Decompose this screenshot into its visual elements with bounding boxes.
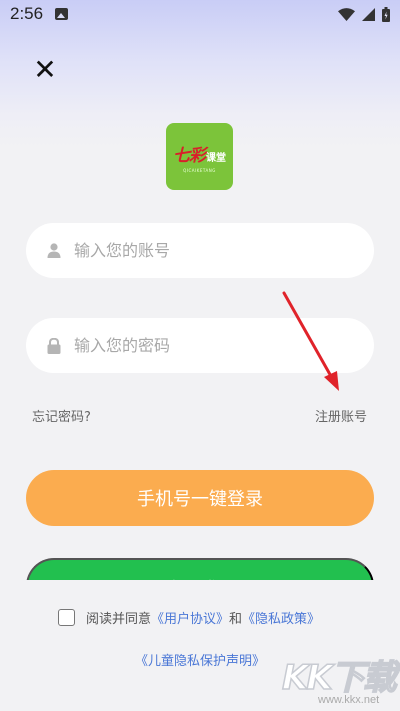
privacy-policy-link[interactable]: 《隐私政策》 [242, 608, 320, 627]
account-login-button[interactable]: 账号登录 [26, 558, 374, 580]
logo-mark: 七彩 [173, 145, 206, 166]
lock-icon [46, 337, 62, 354]
register-link[interactable]: 注册账号 [315, 406, 367, 425]
status-time: 2:56 [10, 4, 44, 23]
logo-subtext: QICAIKETANG [183, 167, 216, 173]
watermark-logo: KK下载 [281, 650, 397, 699]
user-agreement-link[interactable]: 《用户协议》 [151, 608, 229, 627]
account-input[interactable] [74, 241, 344, 260]
agree-checkbox[interactable] [58, 609, 75, 626]
forgot-password-link[interactable]: 忘记密码? [32, 406, 91, 425]
watermark-brand: KK下载 [281, 657, 397, 699]
signal-icon [362, 7, 375, 21]
app-logo: 七彩 课堂 QICAIKETANG [166, 123, 233, 190]
status-icons [338, 6, 390, 22]
gallery-icon [55, 8, 69, 20]
password-field[interactable] [26, 318, 374, 373]
phone-login-button[interactable]: 手机号一键登录 [26, 470, 374, 526]
account-field[interactable] [26, 223, 374, 278]
password-input[interactable] [74, 336, 344, 355]
agreement-prefix: 阅读并同意 [86, 612, 152, 627]
logo-mark-suffix: 课堂 [206, 152, 226, 164]
account-login-clip: 账号登录 [0, 558, 400, 580]
child-privacy-link[interactable]: 《儿童隐私保护声明》 [135, 654, 265, 669]
close-icon: ✕ [33, 53, 57, 86]
watermark-url: www.kkx.net [318, 694, 380, 706]
close-button[interactable]: ✕ [30, 55, 60, 85]
user-icon [46, 243, 62, 259]
status-bar: 2:56 [0, 0, 400, 28]
agreement-and: 和 [229, 612, 243, 627]
wifi-icon [338, 7, 355, 21]
agreement-row: 阅读并同意 《用户协议》 和 《隐私政策》 [58, 608, 320, 627]
battery-icon [382, 6, 390, 22]
